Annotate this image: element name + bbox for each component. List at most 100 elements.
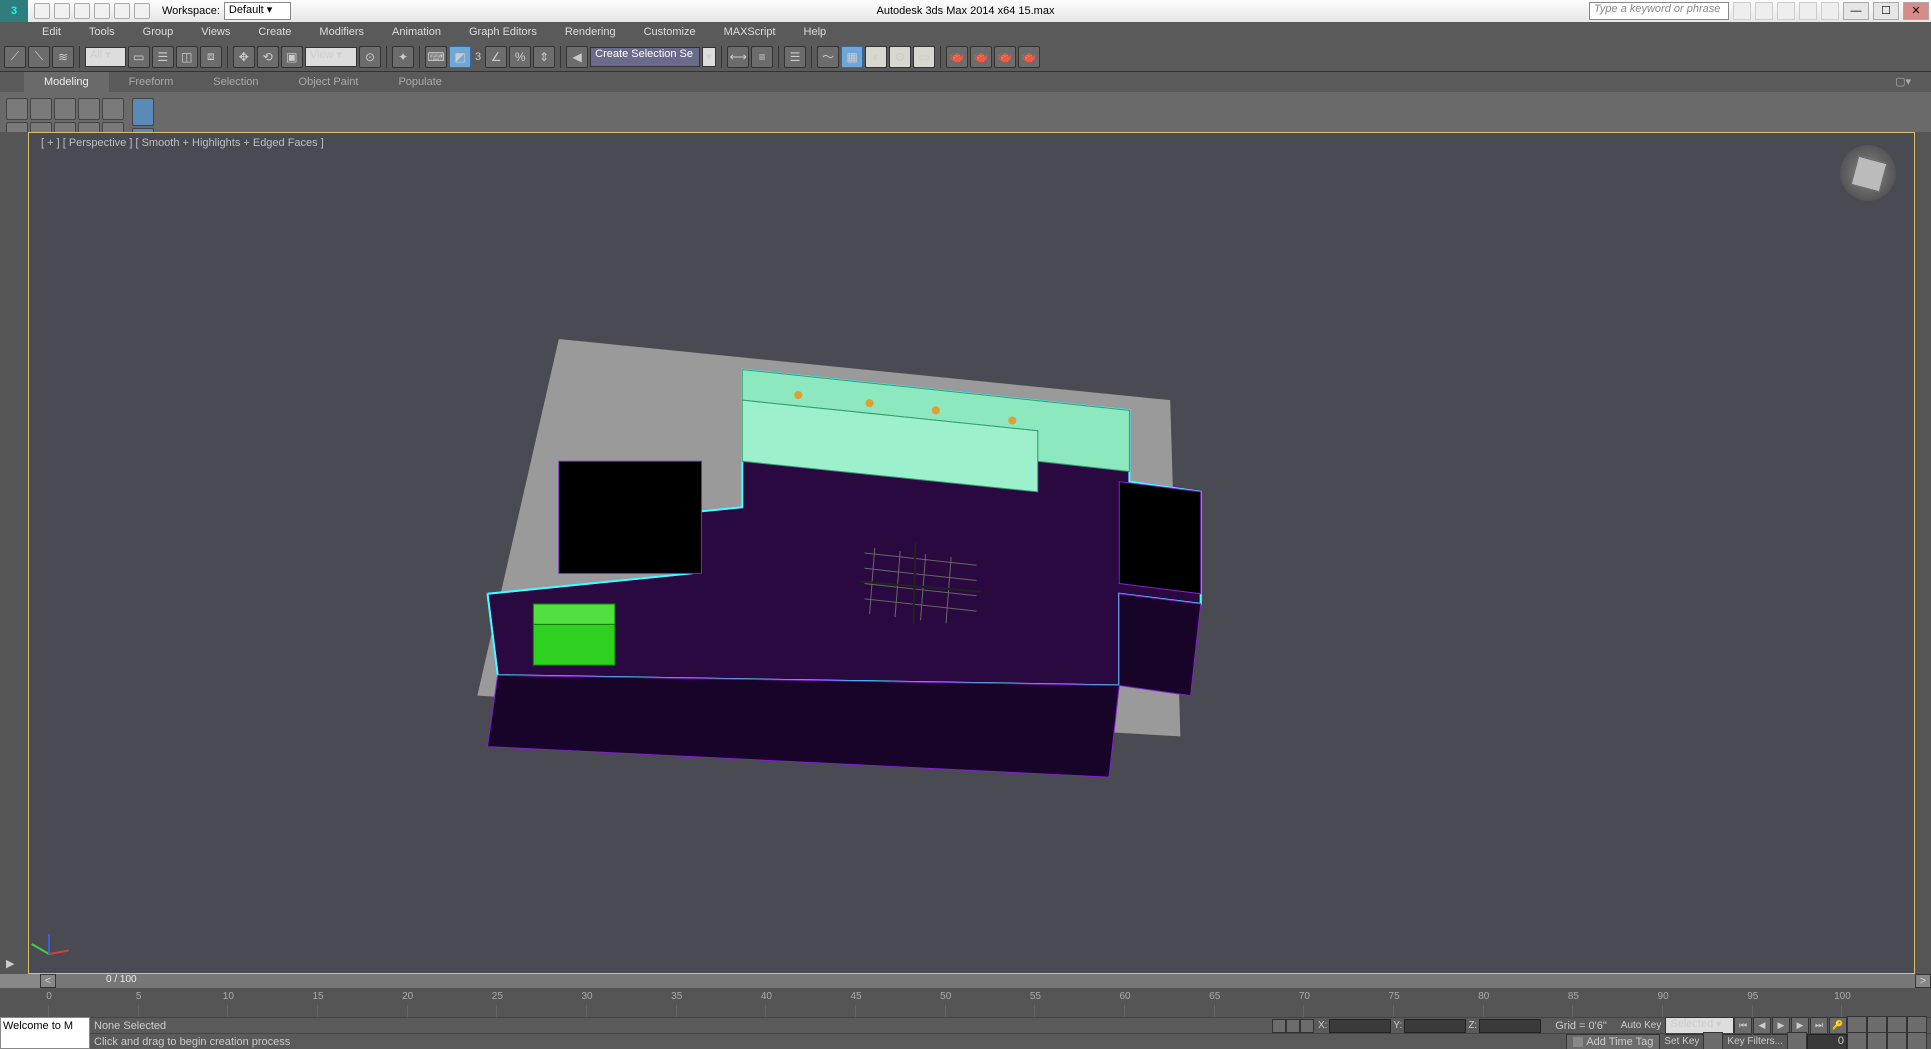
keyboard-shortcut-toggle-icon[interactable]: ⌨: [425, 46, 447, 68]
subscription-icon[interactable]: [1755, 2, 1773, 20]
select-move-icon[interactable]: ✥: [233, 46, 255, 68]
ribbon-tab-selection[interactable]: Selection: [193, 72, 278, 92]
named-selection-dropdown[interactable]: ▾: [702, 47, 716, 67]
add-time-tag-button[interactable]: Add Time Tag: [1566, 1034, 1660, 1049]
select-region-icon[interactable]: ◫: [176, 46, 198, 68]
setkey-button-icon[interactable]: [1703, 1032, 1723, 1049]
pivot-center-icon[interactable]: ⊙: [359, 46, 381, 68]
nav-orbit-icon[interactable]: [1847, 1032, 1867, 1049]
nav-zoomextents-icon[interactable]: [1907, 1032, 1927, 1049]
subobj-vertex-icon[interactable]: [6, 98, 28, 120]
save-file-icon[interactable]: [74, 3, 90, 19]
named-selection-input[interactable]: Create Selection Se: [590, 47, 700, 67]
spinner-snap-icon[interactable]: ⇕: [533, 46, 555, 68]
render-iterative-icon[interactable]: 🫖: [970, 46, 992, 68]
ribbon-toggle-a-icon[interactable]: [132, 98, 154, 126]
subobj-edge-icon[interactable]: [30, 98, 52, 120]
select-rotate-icon[interactable]: ⟲: [257, 46, 279, 68]
project-folder-icon[interactable]: [134, 3, 150, 19]
viewport-perspective[interactable]: [ + ] [ Perspective ] [ Smooth + Highlig…: [28, 132, 1915, 974]
select-by-name-icon[interactable]: ☰: [152, 46, 174, 68]
undo-icon[interactable]: [94, 3, 110, 19]
app-logo-icon[interactable]: 3: [0, 0, 28, 22]
time-slider-handle[interactable]: [0, 974, 40, 988]
menu-animation[interactable]: Animation: [378, 22, 455, 42]
unlink-icon[interactable]: ⟍: [28, 46, 50, 68]
expand-panel-icon[interactable]: ▶: [6, 957, 14, 970]
ribbon-tab-freeform[interactable]: Freeform: [109, 72, 194, 92]
align-icon[interactable]: ≡: [751, 46, 773, 68]
menu-group[interactable]: Group: [129, 22, 188, 42]
current-frame-input[interactable]: 0: [1807, 1034, 1847, 1049]
new-file-icon[interactable]: [34, 3, 50, 19]
favorites-icon[interactable]: [1799, 2, 1817, 20]
selection-filter-combo[interactable]: All ▾: [85, 47, 126, 67]
rendered-frame-icon[interactable]: ▭: [913, 46, 935, 68]
isolate-selection-icon[interactable]: [1286, 1019, 1300, 1033]
bind-spacewarp-icon[interactable]: ≋: [52, 46, 74, 68]
layers-icon[interactable]: ☰: [784, 46, 806, 68]
infocenter-icon[interactable]: [1733, 2, 1751, 20]
ribbon-tab-modeling[interactable]: Modeling: [24, 72, 109, 92]
menu-rendering[interactable]: Rendering: [551, 22, 630, 42]
angle-snap-icon[interactable]: ∠: [485, 46, 507, 68]
coord-y-input[interactable]: [1404, 1019, 1466, 1033]
open-file-icon[interactable]: [54, 3, 70, 19]
coord-z-input[interactable]: [1479, 1019, 1541, 1033]
menu-edit[interactable]: Edit: [28, 22, 75, 42]
render-production-icon[interactable]: 🫖: [946, 46, 968, 68]
mirror-icon[interactable]: ⟷: [727, 46, 749, 68]
menu-modifiers[interactable]: Modifiers: [305, 22, 378, 42]
time-config-icon[interactable]: [1787, 1032, 1807, 1049]
subobj-polygon-icon[interactable]: [78, 98, 100, 120]
track-scroll-left-icon[interactable]: <: [40, 974, 56, 988]
goto-start-icon[interactable]: ⏮: [1734, 1017, 1752, 1035]
material-editor-icon[interactable]: ◐: [865, 46, 887, 68]
menu-views[interactable]: Views: [187, 22, 244, 42]
exchange-icon[interactable]: [1777, 2, 1795, 20]
ref-coord-combo[interactable]: View ▾: [305, 47, 357, 67]
workspace-selector[interactable]: Default ▾: [224, 2, 291, 20]
select-manipulate-icon[interactable]: ✦: [392, 46, 414, 68]
maxscript-listener[interactable]: Welcome to M: [0, 1017, 90, 1049]
selection-lock-icon[interactable]: [1272, 1019, 1286, 1033]
goto-end-icon[interactable]: ⏭: [1810, 1017, 1828, 1035]
ribbon-tab-objectpaint[interactable]: Object Paint: [279, 72, 379, 92]
key-mode-toggle-icon[interactable]: 🔑: [1829, 1017, 1847, 1035]
menu-grapheditors[interactable]: Graph Editors: [455, 22, 551, 42]
menu-maxscript[interactable]: MAXScript: [710, 22, 790, 42]
named-sel-prev-icon[interactable]: ◀: [566, 46, 588, 68]
maximize-button[interactable]: ☐: [1873, 2, 1899, 20]
help-search-input[interactable]: Type a keyword or phrase: [1589, 2, 1729, 20]
menu-create[interactable]: Create: [244, 22, 305, 42]
track-bar[interactable]: < 0 / 100 >: [0, 974, 1931, 988]
nav-maximize-icon[interactable]: [1887, 1032, 1907, 1049]
select-scale-icon[interactable]: ▣: [281, 46, 303, 68]
render-setup-icon[interactable]: ⚙: [889, 46, 911, 68]
menu-help[interactable]: Help: [790, 22, 841, 42]
curve-editor-icon[interactable]: 〜: [817, 46, 839, 68]
time-ruler[interactable]: 0 5 10 15 20 25 30 35 40 45 50 55 60 65 …: [0, 988, 1931, 1017]
autokey-label[interactable]: Auto Key: [1617, 1020, 1666, 1031]
subobj-border-icon[interactable]: [54, 98, 76, 120]
coord-x-input[interactable]: [1329, 1019, 1391, 1033]
window-crossing-icon[interactable]: ⧈: [200, 46, 222, 68]
help-icon[interactable]: [1821, 2, 1839, 20]
nav-walk-icon[interactable]: [1867, 1032, 1887, 1049]
ribbon-tab-populate[interactable]: Populate: [378, 72, 461, 92]
redo-icon[interactable]: [114, 3, 130, 19]
link-icon[interactable]: ⟋: [4, 46, 26, 68]
subobj-element-icon[interactable]: [102, 98, 124, 120]
snap-2d-icon[interactable]: ◩: [449, 46, 471, 68]
select-object-icon[interactable]: ▭: [128, 46, 150, 68]
keymode-combo[interactable]: Selected ▾: [1665, 1017, 1734, 1035]
close-button[interactable]: ✕: [1903, 2, 1929, 20]
menu-customize[interactable]: Customize: [630, 22, 710, 42]
schematic-view-icon[interactable]: ▦: [841, 46, 863, 68]
track-scroll-right-icon[interactable]: >: [1915, 974, 1931, 988]
render-teapot-icon[interactable]: 🫖: [1018, 46, 1040, 68]
menu-tools[interactable]: Tools: [75, 22, 129, 42]
setkey-label[interactable]: Set Key: [1660, 1036, 1703, 1047]
keyfilters-button[interactable]: Key Filters...: [1723, 1036, 1787, 1047]
percent-snap-icon[interactable]: %: [509, 46, 531, 68]
